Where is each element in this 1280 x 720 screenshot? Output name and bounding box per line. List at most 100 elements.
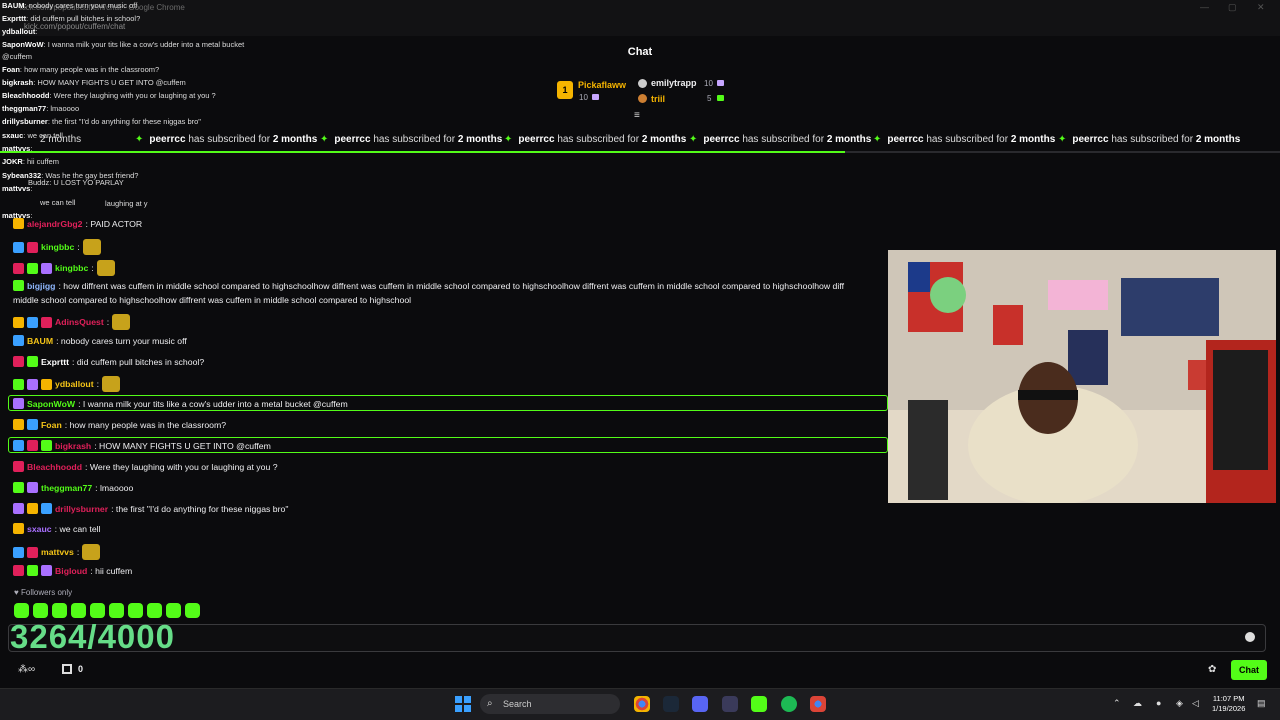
chat-username[interactable]: bigjigg bbox=[27, 281, 55, 291]
taskbar-search[interactable] bbox=[480, 694, 620, 714]
kick-icon[interactable] bbox=[751, 696, 767, 712]
steam-icon[interactable] bbox=[663, 696, 679, 712]
highlighted-message-frame bbox=[8, 395, 888, 411]
overlay-username: BAUM bbox=[2, 1, 25, 10]
address-bar[interactable]: kick.com/popout/cuffem/chat bbox=[24, 22, 125, 31]
user-badge-icon bbox=[27, 565, 38, 576]
chat-username[interactable]: kingbbc bbox=[55, 263, 88, 273]
user-badge-icon bbox=[27, 316, 38, 328]
emote-icon[interactable] bbox=[166, 603, 181, 618]
taskbar-clock[interactable]: 11:07 PM 1/19/2026 bbox=[1212, 694, 1245, 714]
chat-username[interactable]: sxauc bbox=[27, 524, 52, 534]
emote-icon[interactable] bbox=[147, 603, 162, 618]
overlay-message: Exprttt: did cuffem pull bitches in scho… bbox=[2, 14, 140, 23]
gift-icon bbox=[717, 95, 724, 101]
emoji-icon[interactable] bbox=[1245, 632, 1255, 642]
browser-title-bar bbox=[0, 0, 1280, 36]
overlay-message: ydballout: bbox=[2, 27, 37, 36]
chat-username[interactable]: kingbbc bbox=[41, 242, 74, 252]
discord-icon[interactable] bbox=[692, 696, 708, 712]
gifter-name[interactable]: emilytrapp bbox=[651, 78, 697, 88]
overlay-message: SaponWoW: I wanna milk your tits like a … bbox=[2, 40, 244, 49]
taskbar-search-label: Search bbox=[503, 699, 532, 709]
user-badge-icon bbox=[13, 565, 24, 576]
gifter-name[interactable]: triil bbox=[651, 94, 665, 104]
emote-icon[interactable] bbox=[90, 603, 105, 618]
chat-message-text: : nobody cares turn your music off bbox=[56, 335, 187, 346]
spotify-icon[interactable] bbox=[781, 696, 797, 712]
chat-send-button[interactable]: Chat bbox=[1231, 660, 1267, 680]
wifi-icon[interactable]: ◈ bbox=[1176, 698, 1183, 709]
emote-icon[interactable] bbox=[52, 603, 67, 618]
user-badge-icon bbox=[13, 482, 24, 493]
share-icon[interactable]: ⁂∞ bbox=[18, 664, 35, 675]
chat-message-text: : hii cuffem bbox=[90, 565, 133, 576]
chat-message-text: middle school compared to highschoolhow … bbox=[13, 295, 412, 305]
chat-title: Chat bbox=[627, 46, 653, 58]
user-badge-icon bbox=[13, 218, 24, 229]
emote-icon[interactable] bbox=[109, 603, 124, 618]
windows-start-icon[interactable] bbox=[455, 696, 471, 712]
chat-username[interactable]: drillysburner bbox=[55, 504, 108, 514]
chat-message-text: : PAID ACTOR bbox=[85, 218, 143, 229]
emote-icon[interactable] bbox=[71, 603, 86, 618]
maximize-icon[interactable]: ▢ bbox=[1228, 2, 1237, 13]
chat-message-text: : we can tell bbox=[54, 523, 101, 534]
chat-input[interactable] bbox=[8, 624, 1266, 652]
gifter-name[interactable]: Pickaflaww bbox=[578, 80, 626, 90]
settings-icon[interactable]: ✿ bbox=[1208, 664, 1216, 675]
gift-icon bbox=[592, 94, 599, 100]
chat-username[interactable]: ydballout bbox=[55, 379, 94, 389]
user-badge-icon bbox=[27, 503, 38, 514]
chat-message: bigjigg: how diffrent was cuffem in midd… bbox=[13, 280, 844, 291]
chat-username[interactable]: alejandrGbg2 bbox=[27, 219, 83, 229]
emote-icon[interactable] bbox=[185, 603, 200, 618]
chat-username[interactable]: BAUM bbox=[27, 336, 53, 346]
cloud-icon[interactable]: ☁ bbox=[1133, 698, 1142, 709]
user-badge-icon bbox=[27, 356, 38, 367]
overlay-username: sxauc bbox=[2, 131, 24, 140]
overlay-username: drillysburner bbox=[2, 117, 48, 126]
overlay-message-text: : the first "I'd do anything for these n… bbox=[47, 117, 201, 126]
volume-icon[interactable]: ◁ bbox=[1192, 698, 1199, 709]
chat-message-text: : how many people was in the classroom? bbox=[64, 419, 227, 430]
chat-username[interactable]: Exprttt bbox=[41, 357, 69, 367]
chat-message: Bigloud: hii cuffem bbox=[13, 565, 132, 576]
emote-icon[interactable] bbox=[14, 603, 29, 618]
chat-username[interactable]: mattvvs bbox=[41, 547, 74, 557]
chrome-icon[interactable] bbox=[634, 696, 650, 712]
chat-message: Bleachhoodd: Were they laughing with you… bbox=[13, 461, 278, 472]
chat-username[interactable]: AdinsQuest bbox=[55, 317, 104, 327]
overlay-username: Exprttt bbox=[2, 14, 27, 23]
chat-username[interactable]: Bleachhoodd bbox=[27, 462, 82, 472]
chat-username[interactable]: theggman77 bbox=[41, 483, 92, 493]
overlay-message-text: : bbox=[35, 27, 38, 36]
user-badge-icon bbox=[13, 316, 24, 328]
webcam-overlay bbox=[888, 250, 1276, 503]
emote-icon[interactable] bbox=[128, 603, 143, 618]
emote-icon[interactable] bbox=[33, 603, 48, 618]
mic-icon[interactable]: ● bbox=[1156, 698, 1161, 708]
chat-message: kingbbc: bbox=[13, 260, 115, 276]
chrome-icon[interactable] bbox=[810, 696, 826, 712]
overlay-message-text: : lmaoooo bbox=[46, 104, 80, 113]
collapse-icon[interactable]: ≡ bbox=[634, 110, 640, 121]
chat-username[interactable]: Foan bbox=[41, 420, 62, 430]
close-icon[interactable]: ✕ bbox=[1257, 2, 1265, 13]
heart-icon: ♥ bbox=[14, 588, 21, 597]
user-badge-icon bbox=[41, 565, 52, 576]
chat-username[interactable]: Bigloud bbox=[55, 566, 87, 576]
app-icon[interactable] bbox=[722, 696, 738, 712]
silver-medal-icon bbox=[638, 79, 647, 88]
minimize-icon[interactable]: — bbox=[1200, 2, 1209, 12]
highlighted-message-frame bbox=[8, 437, 888, 453]
overlay-message: JOKR: hii cuffem bbox=[2, 157, 59, 166]
overlay-message-text: : did cuffem pull bitches in school? bbox=[26, 14, 141, 23]
tray-chevron-icon[interactable]: ⌃ bbox=[1113, 698, 1121, 709]
store-icon[interactable] bbox=[62, 664, 72, 674]
user-badge-icon bbox=[13, 241, 24, 253]
overlay-message: @cuffem bbox=[2, 52, 32, 61]
notification-icon[interactable]: ▤ bbox=[1257, 698, 1266, 709]
overlay-message-text: : nobody cares turn your music off bbox=[24, 1, 138, 10]
faded-message: Buddz: U LOST YO PARLAY bbox=[28, 178, 124, 187]
